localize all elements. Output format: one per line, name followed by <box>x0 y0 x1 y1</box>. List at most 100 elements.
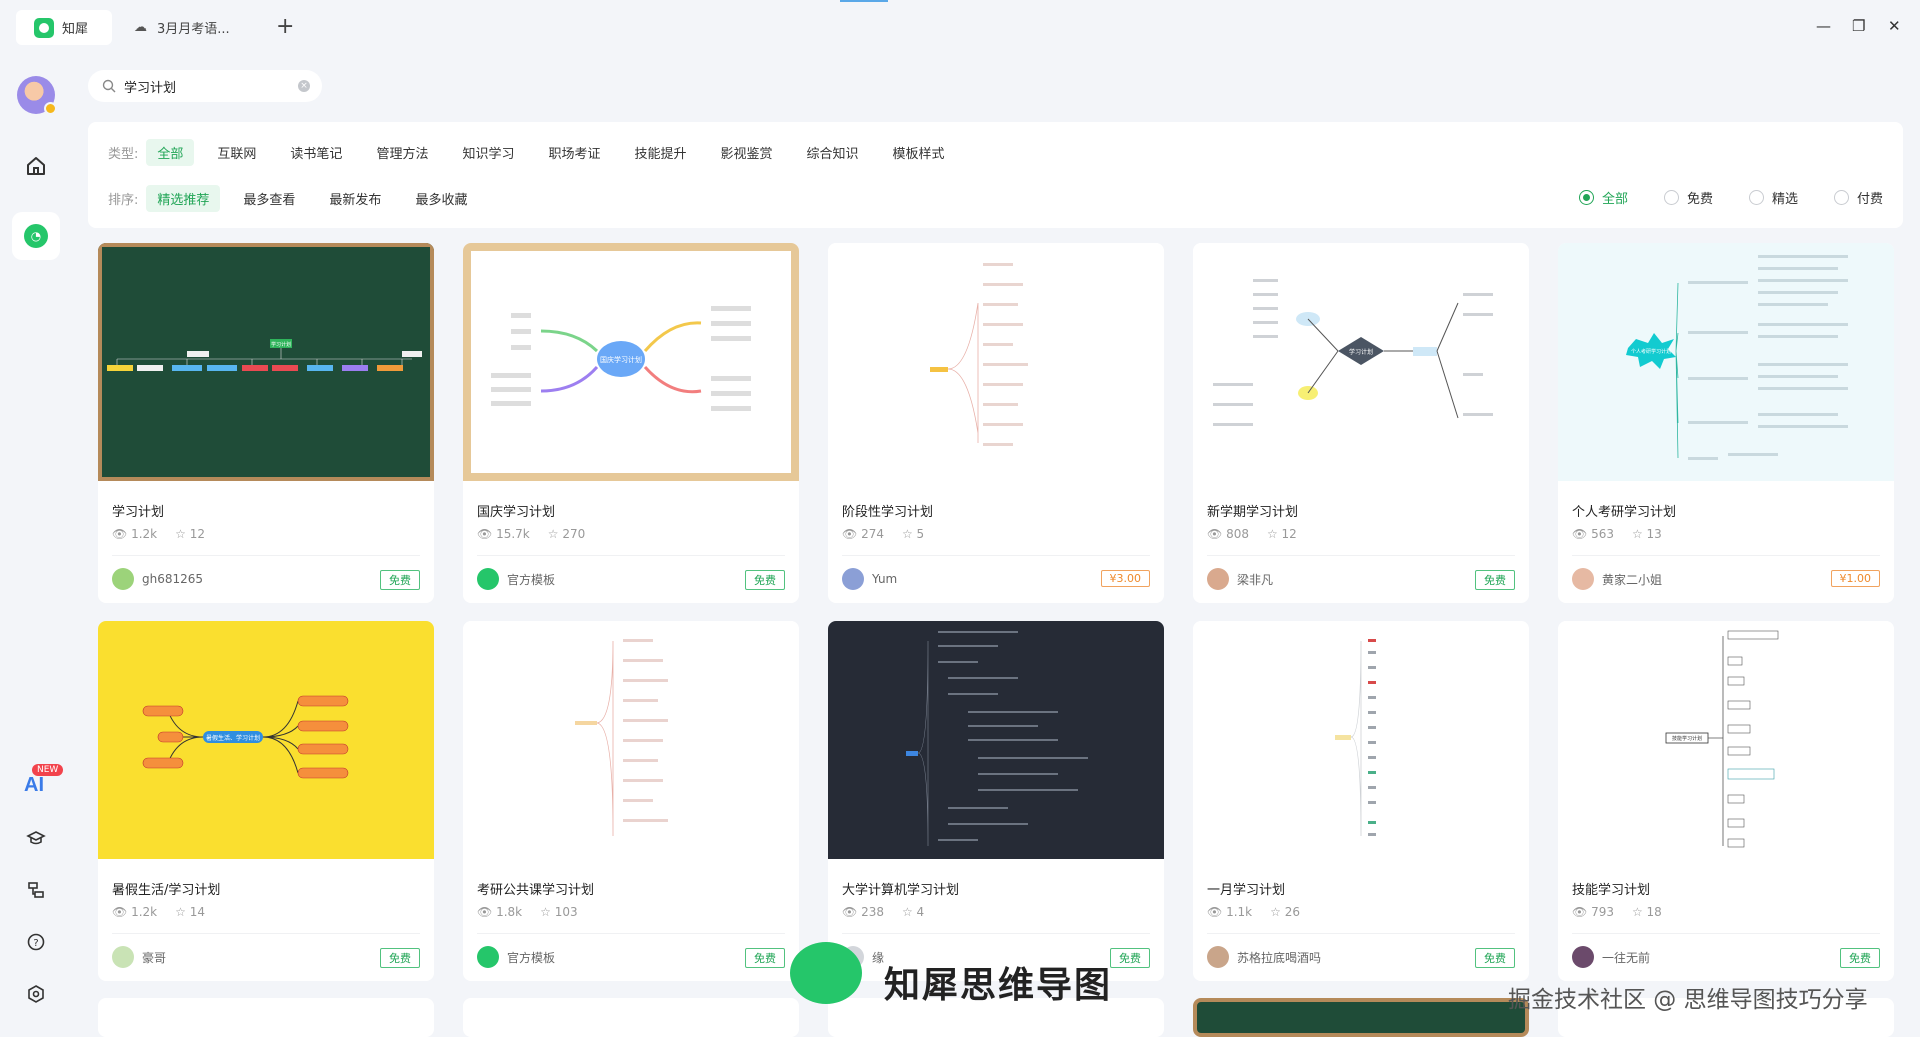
type-chip[interactable]: 知识学习 <box>451 139 525 166</box>
type-chip[interactable]: 技能提升 <box>623 139 697 166</box>
template-card[interactable]: 阶段性学习计划 👁 274 ☆ 5 Yum ¥3.00 <box>828 243 1164 603</box>
card-title: 阶段性学习计划 <box>842 505 934 520</box>
card-stats: 👁 563 ☆ 13 <box>1572 527 1680 541</box>
star-icon: ☆ 12 <box>1266 527 1297 541</box>
eye-icon: 👁 563 <box>1572 527 1614 541</box>
avatar <box>477 946 499 968</box>
tab-label: 知犀 <box>62 22 89 37</box>
price-filter: 全部 免费 精选 付费 <box>1543 188 1883 207</box>
price-badge: 免费 <box>745 570 785 590</box>
type-chip[interactable]: 影视鉴赏 <box>710 139 784 166</box>
type-chip[interactable]: 综合知识 <box>796 139 870 166</box>
star-icon: ☆ 14 <box>175 905 205 919</box>
search-icon <box>102 79 116 93</box>
type-chip[interactable]: 模板样式 <box>882 139 956 166</box>
eye-icon: 👁 808 <box>1207 527 1249 541</box>
card-stats: 👁 1.8k ☆ 103 <box>477 905 596 919</box>
card-stats: 👁 238 ☆ 4 <box>842 905 942 919</box>
template-card[interactable]: 大学计算机学习计划 👁 238 ☆ 4 缘 免费 <box>828 621 1164 981</box>
thumb-center-text: 暑假生活、学习计划 <box>206 734 260 742</box>
clear-search-icon[interactable]: × <box>298 80 310 92</box>
radio-label: 全部 <box>1601 192 1628 207</box>
search-box[interactable]: × <box>88 70 322 102</box>
sort-chip[interactable]: 精选推荐 <box>146 185 221 212</box>
template-card-partial[interactable] <box>463 998 799 1037</box>
type-chip[interactable]: 管理方法 <box>365 139 439 166</box>
template-card[interactable]: 学习计划 学习计划 👁 1.2k ☆ 12 gh681265 免费 <box>98 243 434 603</box>
thumb-center-text: 国庆学习计划 <box>600 355 642 364</box>
template-card-partial[interactable] <box>1193 998 1529 1037</box>
avatar <box>1572 568 1594 590</box>
tab-label: 3月月考语... <box>157 22 230 37</box>
avatar <box>477 568 499 590</box>
template-card[interactable]: 暑假生活、学习计划 暑假生活/学习计划 👁 1.2k ☆ 14 豪哥 免费 <box>98 621 434 981</box>
filter-panel: 类型: 全部 互联网 读书笔记 管理方法 知识学习 职场考证 技能提升 影视鉴赏… <box>88 122 1903 228</box>
card-title: 一月学习计划 <box>1207 883 1286 898</box>
price-radio-free[interactable]: 免费 <box>1663 188 1713 207</box>
search-input[interactable] <box>124 78 284 94</box>
graduation-cap-icon[interactable] <box>22 824 50 852</box>
sort-chip[interactable]: 最新发布 <box>318 185 392 212</box>
price-badge: 免费 <box>1110 948 1150 968</box>
template-card[interactable]: 个人考研学习计划 个人考研学习计划 👁 563 ☆ 13 黄家二小姐 ¥1.00 <box>1558 243 1894 603</box>
eye-icon: 👁 1.8k <box>477 905 523 919</box>
card-author: Yum <box>842 568 897 590</box>
card-thumbnail <box>1193 621 1529 859</box>
card-stats: 👁 793 ☆ 18 <box>1572 905 1680 919</box>
home-icon[interactable] <box>22 152 50 180</box>
help-icon[interactable]: ? <box>22 928 50 956</box>
star-icon: ☆ 26 <box>1270 905 1300 919</box>
card-title: 技能学习计划 <box>1572 883 1651 898</box>
card-author: 苏格拉底喝酒吗 <box>1207 946 1321 968</box>
card-title: 考研公共课学习计划 <box>477 883 595 898</box>
svg-text:?: ? <box>33 938 38 949</box>
price-radio-paid[interactable]: 付费 <box>1833 188 1883 207</box>
star-icon: ☆ 270 <box>547 527 586 541</box>
card-author: 梁非凡 <box>1207 568 1273 590</box>
price-badge: 免费 <box>1475 570 1515 590</box>
card-thumbnail: 学习计划 <box>1193 243 1529 481</box>
template-card[interactable]: 一月学习计划 👁 1.1k ☆ 26 苏格拉底喝酒吗 免费 <box>1193 621 1529 981</box>
card-thumbnail <box>828 243 1164 481</box>
star-icon: ☆ 103 <box>540 905 578 919</box>
price-radio-featured[interactable]: 精选 <box>1748 188 1798 207</box>
type-chip[interactable]: 职场考证 <box>537 139 611 166</box>
settings-icon[interactable] <box>22 980 50 1008</box>
price-badge: 免费 <box>380 570 420 590</box>
card-stats: 👁 274 ☆ 5 <box>842 527 942 541</box>
avatar <box>842 568 864 590</box>
card-thumbnail: 学习计划 <box>98 243 434 481</box>
avatar <box>112 946 134 968</box>
minimize-button[interactable]: — <box>1816 16 1831 36</box>
type-chip[interactable]: 互联网 <box>206 139 267 166</box>
card-thumbnail: 国庆学习计划 <box>463 243 799 481</box>
type-label: 类型: <box>108 147 139 162</box>
card-title: 新学期学习计划 <box>1207 505 1299 520</box>
add-tab-button[interactable]: + <box>276 14 294 40</box>
price-radio-all[interactable]: 全部 <box>1578 188 1628 207</box>
tab-document[interactable]: ☁ 3月月考语... <box>130 10 270 45</box>
structure-icon[interactable] <box>22 876 50 904</box>
template-card[interactable]: 技能学习计划 技能学习计划 👁 793 ☆ 18 一往无前 免费 <box>1558 621 1894 981</box>
sort-chip[interactable]: 最多收藏 <box>404 185 478 212</box>
template-card[interactable]: 考研公共课学习计划 👁 1.8k ☆ 103 官方模板 免费 <box>463 621 799 981</box>
sort-chip[interactable]: 最多查看 <box>232 185 306 212</box>
type-chip[interactable]: 读书笔记 <box>279 139 353 166</box>
price-badge: ¥1.00 <box>1830 570 1880 587</box>
user-avatar[interactable] <box>17 76 57 115</box>
restore-button[interactable]: ❐ <box>1852 16 1865 36</box>
watermark-logo <box>790 942 862 1004</box>
template-gallery-nav[interactable]: ◔ <box>12 212 60 260</box>
close-button[interactable]: ✕ <box>1888 16 1901 36</box>
avatar <box>1207 946 1229 968</box>
tab-home[interactable]: 知犀 <box>16 10 112 45</box>
type-chip[interactable]: 全部 <box>146 139 195 166</box>
template-card-partial[interactable] <box>98 998 434 1037</box>
template-card[interactable]: 国庆学习计划 国庆学习计划 👁 15.7k ☆ 270 官方模板 免费 <box>463 243 799 603</box>
card-author: 官方模板 <box>477 568 555 590</box>
template-card[interactable]: 学习计划 新学期学习计划 👁 808 ☆ 12 梁非凡 免费 <box>1193 243 1529 603</box>
card-title: 暑假生活/学习计划 <box>112 883 221 898</box>
card-title: 个人考研学习计划 <box>1572 505 1677 520</box>
card-author: gh681265 <box>112 568 203 590</box>
ai-button[interactable]: AI <box>24 774 44 797</box>
